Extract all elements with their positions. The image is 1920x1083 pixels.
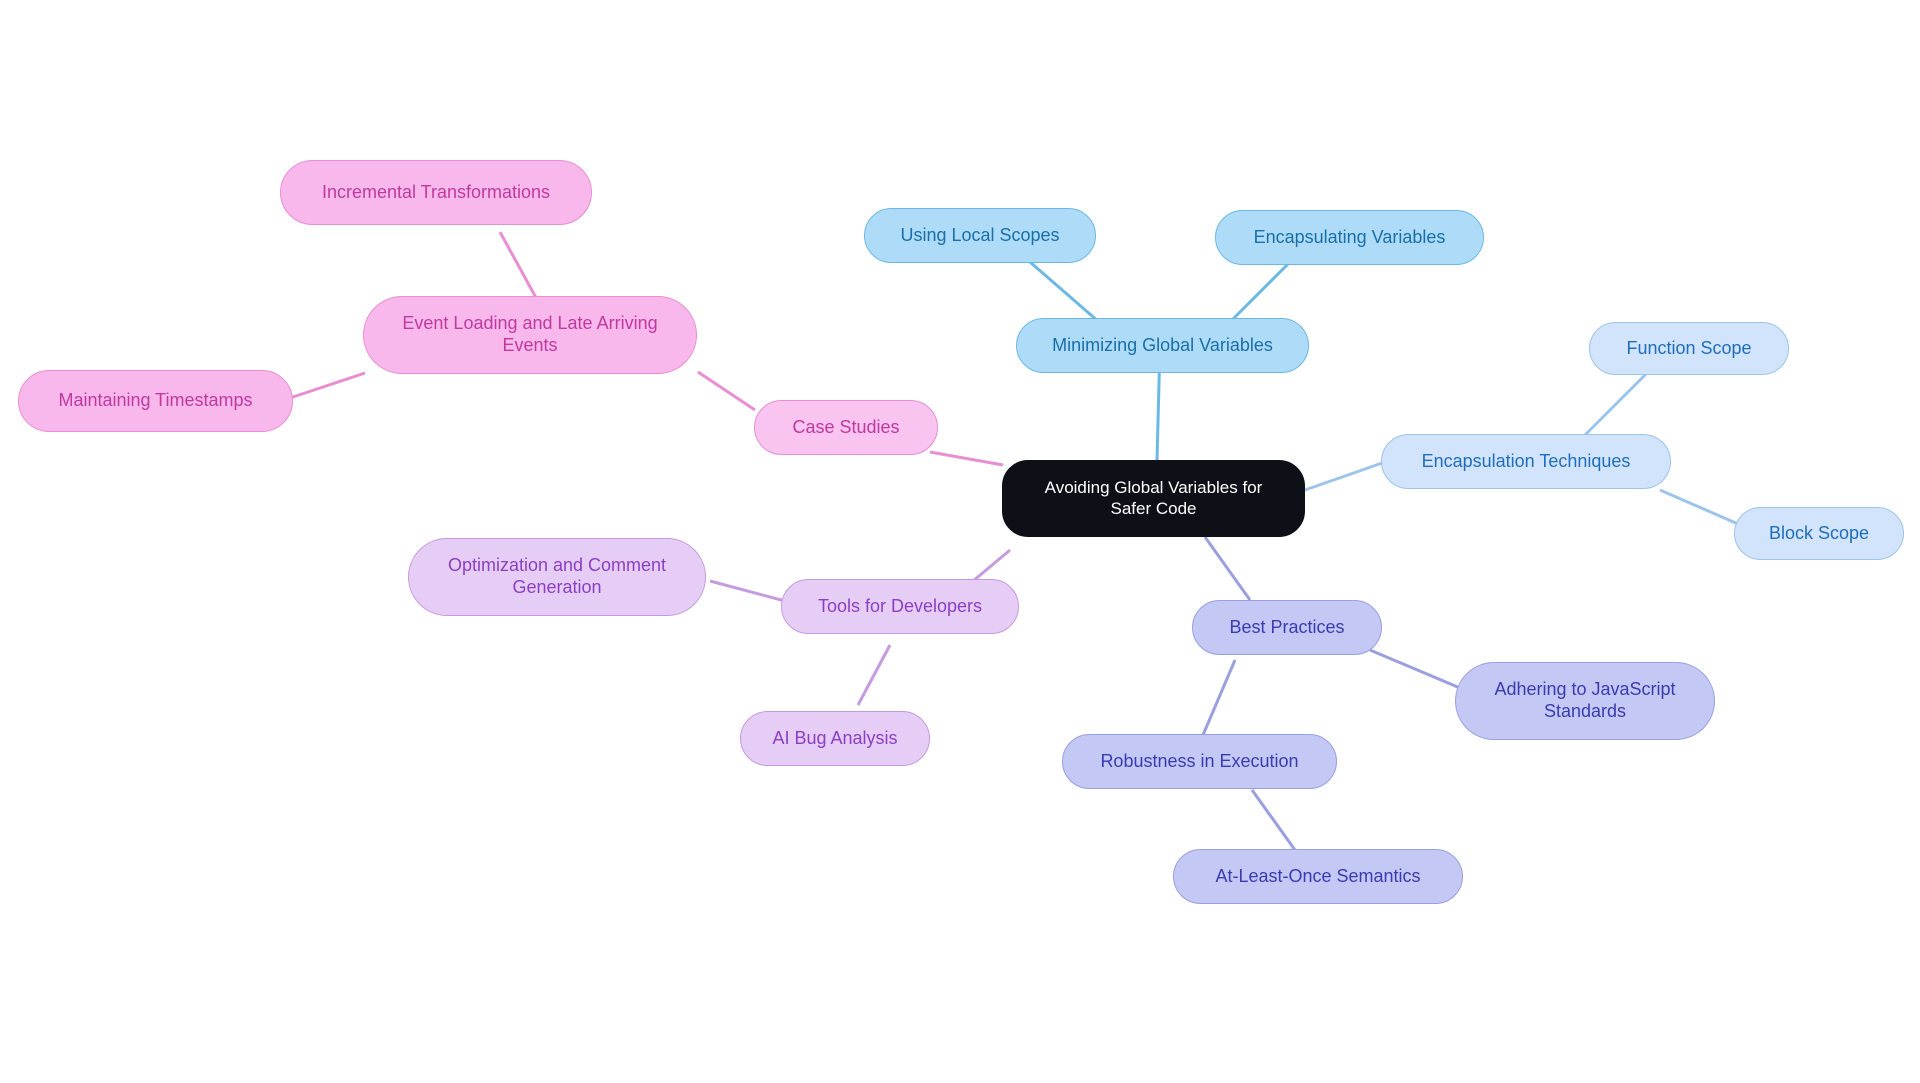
edge-best-practices-robustness — [1198, 659, 1237, 743]
edge-robustness-at-least-once — [1250, 789, 1297, 851]
node-tools-for-developers[interactable]: Tools for Developers — [781, 579, 1019, 634]
node-event-loading-and-late-arriving-events[interactable]: Event Loading and Late Arriving Events — [363, 296, 697, 374]
edge-tools-optimization — [709, 579, 786, 603]
mindmap-canvas: Avoiding Global Variables for Safer Code… — [0, 0, 1920, 1083]
edge-best-practices-adhering — [1369, 648, 1461, 690]
edge-encapsulation-block-scope — [1659, 488, 1746, 529]
edge-minimizing-using-local-scopes — [1029, 260, 1100, 324]
edge-event-loading-maintaining-timestamps — [289, 371, 366, 400]
edge-tools-ai-bug-analysis — [856, 644, 892, 706]
node-block-scope[interactable]: Block Scope — [1734, 507, 1904, 560]
node-incremental-transformations[interactable]: Incremental Transformations — [280, 160, 592, 225]
node-robustness-in-execution[interactable]: Robustness in Execution — [1062, 734, 1337, 789]
node-using-local-scopes[interactable]: Using Local Scopes — [864, 208, 1096, 263]
edge-case-studies-event-loading — [697, 370, 756, 412]
edge-minimizing-encapsulating-variables — [1228, 260, 1292, 324]
node-case-studies[interactable]: Case Studies — [754, 400, 938, 455]
node-encapsulation-techniques[interactable]: Encapsulation Techniques — [1381, 434, 1671, 489]
node-encapsulating-variables[interactable]: Encapsulating Variables — [1215, 210, 1484, 265]
edge-encapsulation-function-scope — [1578, 363, 1657, 442]
node-function-scope[interactable]: Function Scope — [1589, 322, 1789, 375]
node-optimization-and-comment-generation[interactable]: Optimization and Comment Generation — [408, 538, 706, 616]
node-best-practices[interactable]: Best Practices — [1192, 600, 1382, 655]
node-maintaining-timestamps[interactable]: Maintaining Timestamps — [18, 370, 293, 432]
edge-event-loading-incremental — [498, 231, 542, 306]
node-minimizing-global-variables[interactable]: Minimizing Global Variables — [1016, 318, 1309, 373]
edge-root-encapsulation-techniques — [1304, 460, 1386, 492]
node-adhering-to-javascript-standards[interactable]: Adhering to JavaScript Standards — [1455, 662, 1715, 740]
node-root[interactable]: Avoiding Global Variables for Safer Code — [1002, 460, 1305, 537]
node-at-least-once-semantics[interactable]: At-Least-Once Semantics — [1173, 849, 1463, 904]
node-ai-bug-analysis[interactable]: AI Bug Analysis — [740, 711, 930, 766]
edge-root-case-studies — [929, 450, 1004, 467]
edge-layer — [289, 231, 1746, 851]
edge-root-best-practices — [1203, 536, 1252, 601]
